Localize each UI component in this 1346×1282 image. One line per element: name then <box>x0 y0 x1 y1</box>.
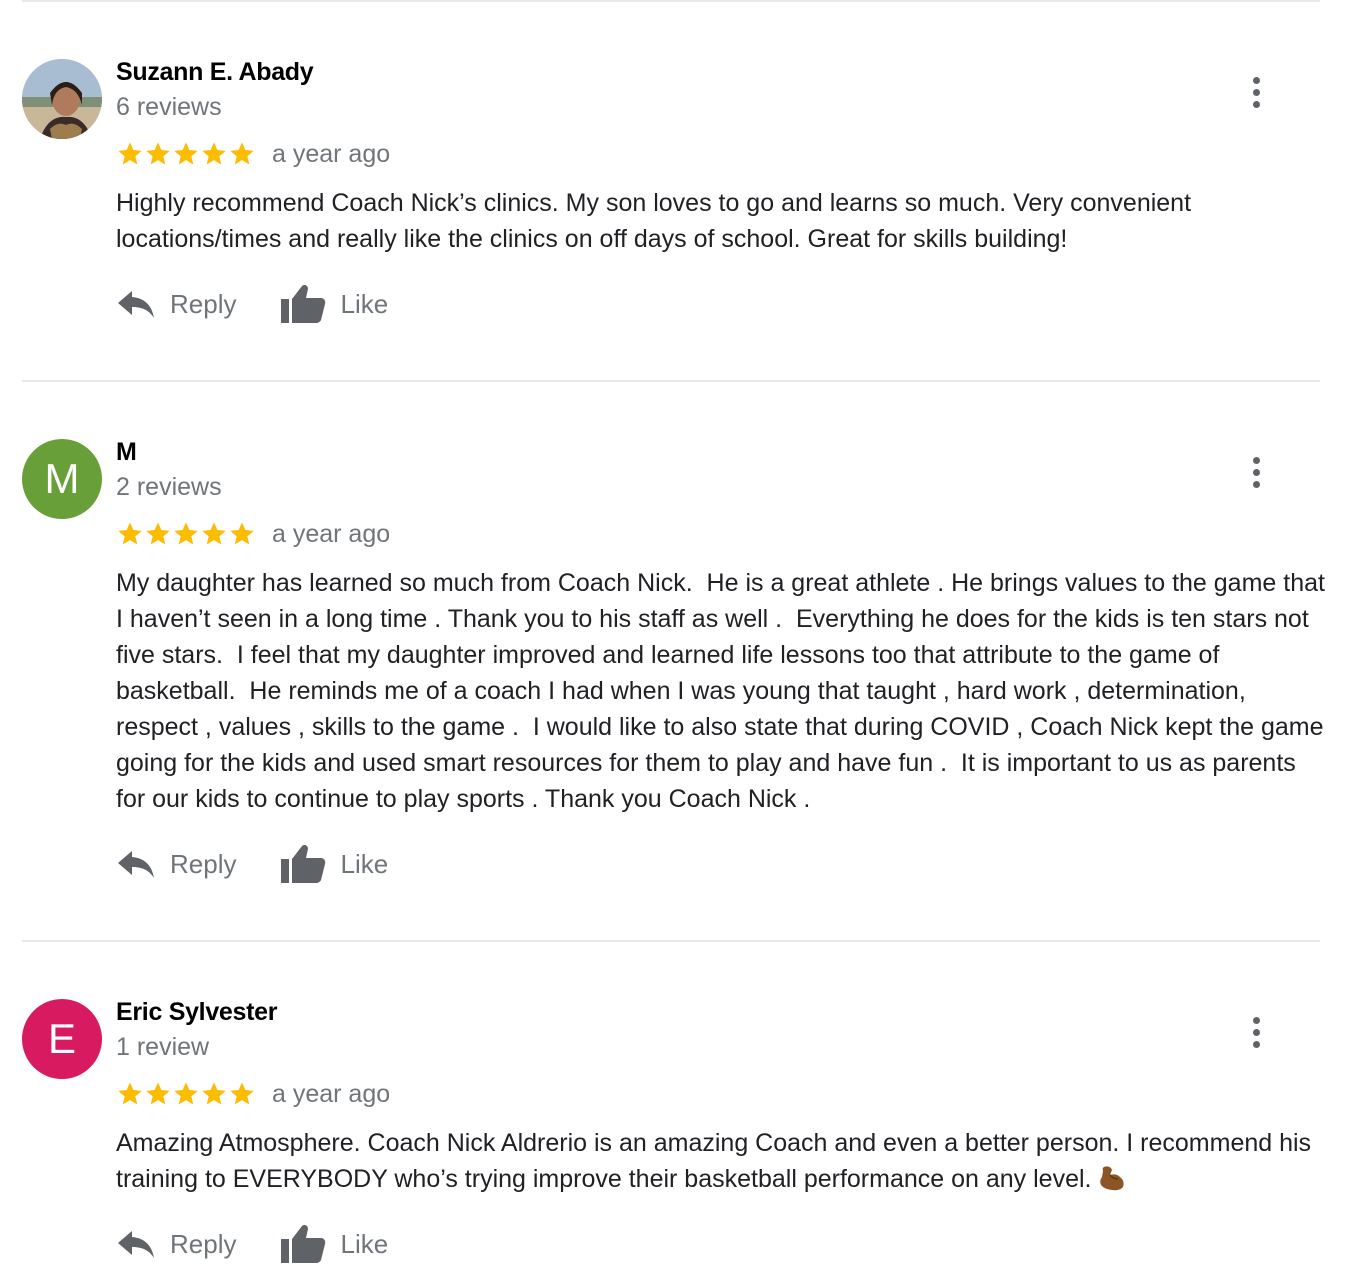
avatar[interactable] <box>22 59 102 139</box>
like-label: Like <box>340 1228 389 1259</box>
review-actions: Reply Like <box>116 279 388 329</box>
star-icon <box>174 142 198 165</box>
thumbs-up-icon <box>281 1225 326 1263</box>
review-card: M M 2 reviews a year ago My daughter has… <box>0 380 1346 940</box>
review-count[interactable]: 2 reviews <box>116 473 222 502</box>
reply-button[interactable]: Reply <box>116 287 236 321</box>
star-rating <box>116 140 256 168</box>
review-count[interactable]: 1 review <box>116 1033 209 1062</box>
reply-icon <box>118 851 154 878</box>
reply-label: Reply <box>170 288 237 319</box>
avatar-initial: M <box>44 455 80 502</box>
more-options-icon[interactable] <box>1238 1010 1274 1054</box>
reply-icon <box>118 291 154 318</box>
review-actions: Reply Like <box>116 1219 388 1269</box>
review-text-body: Amazing Atmosphere. Coach Nick Aldrerio … <box>116 1129 1319 1193</box>
thumbs-up-icon <box>281 845 326 883</box>
star-icon <box>146 1082 170 1105</box>
star-icon <box>230 1082 254 1105</box>
reply-button[interactable]: Reply <box>116 1227 236 1261</box>
avatar-initial: E <box>47 1015 76 1062</box>
rating-row: a year ago <box>116 137 390 171</box>
like-label: Like <box>340 848 389 879</box>
reviewer-name[interactable]: M <box>116 438 137 467</box>
star-icon <box>202 522 226 545</box>
reply-button[interactable]: Reply <box>116 847 236 881</box>
flexed-biceps-icon <box>1100 1166 1125 1191</box>
avatar[interactable]: M <box>22 439 102 519</box>
star-icon <box>146 142 170 165</box>
more-options-icon[interactable] <box>1238 450 1274 494</box>
review-date: a year ago <box>272 139 391 168</box>
review-actions: Reply Like <box>116 839 388 889</box>
like-label: Like <box>340 288 389 319</box>
review-text: Amazing Atmosphere. Coach Nick Aldrerio … <box>116 1125 1326 1197</box>
star-rating <box>116 520 256 548</box>
star-icon <box>118 1082 142 1105</box>
reply-label: Reply <box>170 1228 237 1259</box>
review-text: My daughter has learned so much from Coa… <box>116 569 1332 813</box>
star-icon <box>174 1082 198 1105</box>
star-icon <box>146 522 170 545</box>
reply-icon <box>118 1231 154 1258</box>
review-count[interactable]: 6 reviews <box>116 93 222 122</box>
review-date: a year ago <box>272 519 391 548</box>
more-options-icon[interactable] <box>1238 70 1274 114</box>
review-card: E Eric Sylvester 1 review a year ago Ama… <box>0 940 1346 1282</box>
rating-row: a year ago <box>116 1077 390 1111</box>
avatar[interactable]: E <box>22 999 102 1079</box>
reviewer-name[interactable]: Eric Sylvester <box>116 998 278 1027</box>
star-icon <box>118 522 142 545</box>
star-icon <box>118 142 142 165</box>
star-icon <box>202 142 226 165</box>
review-text: Highly recommend Coach Nick’s clinics. M… <box>116 189 1198 253</box>
star-icon <box>202 1082 226 1105</box>
avatar-photo <box>22 59 102 139</box>
star-icon <box>174 522 198 545</box>
reviewer-name[interactable]: Suzann E. Abady <box>116 58 314 87</box>
reply-label: Reply <box>170 848 237 879</box>
rating-row: a year ago <box>116 517 390 551</box>
star-rating <box>116 1080 256 1108</box>
star-icon <box>230 522 254 545</box>
review-date: a year ago <box>272 1079 391 1108</box>
like-button[interactable]: Like <box>280 843 388 885</box>
like-button[interactable]: Like <box>280 283 388 325</box>
thumbs-up-icon <box>281 285 326 323</box>
review-card: Suzann E. Abady 6 reviews a year ago Hig… <box>0 0 1346 380</box>
star-icon <box>230 142 254 165</box>
like-button[interactable]: Like <box>280 1223 388 1265</box>
